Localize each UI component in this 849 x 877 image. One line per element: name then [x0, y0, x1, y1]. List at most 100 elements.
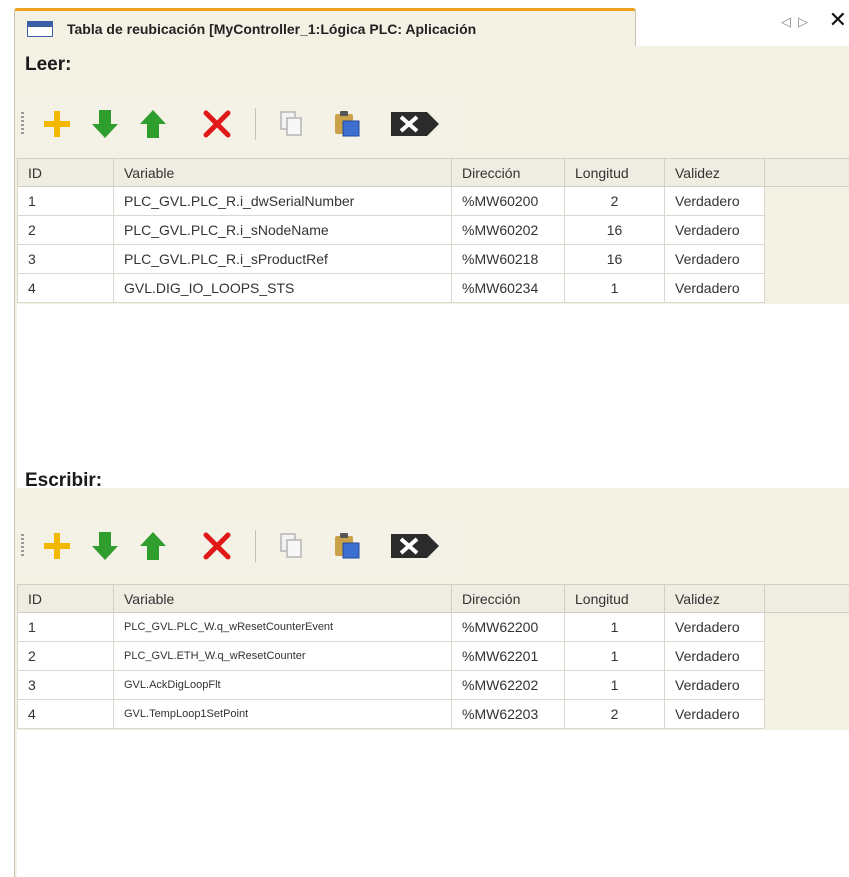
column-header-address[interactable]: Dirección [451, 584, 565, 613]
cell-length[interactable]: 1 [564, 612, 665, 642]
paste-icon[interactable] [329, 528, 365, 564]
cell-id[interactable]: 4 [17, 273, 114, 303]
table-row[interactable]: 2 PLC_GVL.PLC_R.i_sNodeName %MW60202 16 … [17, 215, 849, 245]
row-filler [764, 612, 849, 642]
cell-variable[interactable]: GVL.DIG_IO_LOOPS_STS [113, 273, 452, 303]
move-down-icon[interactable] [87, 528, 123, 564]
cell-address[interactable]: %MW62202 [451, 670, 565, 700]
cell-validity: Verdadero [664, 670, 765, 700]
table-row[interactable]: 3 GVL.AckDigLoopFlt %MW62202 1 Verdadero [17, 670, 849, 700]
write-toolbar [17, 520, 459, 570]
row-filler [764, 699, 849, 729]
move-down-icon[interactable] [87, 106, 123, 142]
cell-id[interactable]: 3 [17, 244, 114, 274]
cell-validity: Verdadero [664, 641, 765, 671]
cell-id[interactable]: 1 [17, 612, 114, 642]
cell-id[interactable]: 2 [17, 641, 114, 671]
cell-address[interactable]: %MW62203 [451, 699, 565, 729]
cell-address[interactable]: %MW60200 [451, 186, 565, 216]
column-header-variable[interactable]: Variable [113, 584, 452, 613]
cell-validity: Verdadero [664, 612, 765, 642]
add-icon[interactable] [39, 106, 75, 142]
paste-icon[interactable] [329, 106, 365, 142]
cell-validity: Verdadero [664, 215, 765, 245]
cell-address[interactable]: %MW60202 [451, 215, 565, 245]
delete-icon[interactable] [199, 106, 235, 142]
table-row[interactable]: 2 PLC_GVL.ETH_W.q_wResetCounter %MW62201… [17, 641, 849, 671]
cell-variable[interactable]: GVL.TempLoop1SetPoint [113, 699, 452, 729]
table-row[interactable]: 4 GVL.DIG_IO_LOOPS_STS %MW60234 1 Verdad… [17, 273, 849, 303]
column-header-filler [764, 158, 849, 187]
tab-strip: Tabla de reubicación [MyController_1:Lóg… [0, 0, 849, 46]
add-icon[interactable] [39, 528, 75, 564]
cell-address[interactable]: %MW60234 [451, 273, 565, 303]
copy-icon[interactable] [273, 106, 309, 142]
read-toolbar [17, 98, 459, 148]
column-header-variable[interactable]: Variable [113, 158, 452, 187]
move-up-icon[interactable] [135, 528, 171, 564]
cell-length[interactable]: 1 [564, 670, 665, 700]
toolbar-grip[interactable] [21, 534, 24, 558]
table-row[interactable]: 4 GVL.TempLoop1SetPoint %MW62203 2 Verda… [17, 699, 849, 729]
cell-validity: Verdadero [664, 244, 765, 274]
row-filler [764, 215, 849, 245]
cell-id[interactable]: 4 [17, 699, 114, 729]
cell-length[interactable]: 1 [564, 641, 665, 671]
scroll-right-icon[interactable]: ▷ [798, 14, 808, 30]
table-row[interactable]: 1 PLC_GVL.PLC_W.q_wResetCounterEvent %MW… [17, 612, 849, 642]
column-header-id[interactable]: ID [17, 584, 114, 613]
toolbar-separator [255, 108, 256, 140]
table-row[interactable]: 3 PLC_GVL.PLC_R.i_sProductRef %MW60218 1… [17, 244, 849, 274]
cell-length[interactable]: 1 [564, 273, 665, 303]
cell-validity: Verdadero [664, 699, 765, 729]
read-table-header: ID Variable Dirección Longitud Validez [17, 158, 849, 187]
clear-all-icon[interactable] [387, 528, 441, 564]
row-filler [764, 186, 849, 216]
column-header-validity[interactable]: Validez [664, 584, 765, 613]
cell-address[interactable]: %MW62200 [451, 612, 565, 642]
cell-id[interactable]: 2 [17, 215, 114, 245]
row-filler [764, 641, 849, 671]
cell-variable[interactable]: PLC_GVL.ETH_W.q_wResetCounter [113, 641, 452, 671]
column-header-id[interactable]: ID [17, 158, 114, 187]
column-header-validity[interactable]: Validez [664, 158, 765, 187]
row-filler [764, 670, 849, 700]
close-icon[interactable]: ✕ [829, 9, 847, 31]
cell-variable[interactable]: PLC_GVL.PLC_R.i_dwSerialNumber [113, 186, 452, 216]
move-up-icon[interactable] [135, 106, 171, 142]
read-table: ID Variable Dirección Longitud Validez 1… [17, 158, 849, 303]
relocation-table-tab[interactable]: Tabla de reubicación [MyController_1:Lóg… [14, 8, 636, 46]
write-table-empty-area[interactable] [17, 730, 849, 877]
cell-length[interactable]: 16 [564, 244, 665, 274]
copy-icon[interactable] [273, 528, 309, 564]
cell-length[interactable]: 2 [564, 699, 665, 729]
scroll-left-icon[interactable]: ◁ [781, 14, 791, 30]
cell-id[interactable]: 3 [17, 670, 114, 700]
row-filler [764, 244, 849, 274]
cell-id[interactable]: 1 [17, 186, 114, 216]
cell-length[interactable]: 16 [564, 215, 665, 245]
relocation-table-panel: Leer: ID Variable Dirección Longitud Val… [14, 46, 849, 877]
column-header-filler [764, 584, 849, 613]
cell-address[interactable]: %MW62201 [451, 641, 565, 671]
column-header-length[interactable]: Longitud [564, 584, 665, 613]
cell-address[interactable]: %MW60218 [451, 244, 565, 274]
cell-variable[interactable]: PLC_GVL.PLC_R.i_sNodeName [113, 215, 452, 245]
cell-variable[interactable]: PLC_GVL.PLC_R.i_sProductRef [113, 244, 452, 274]
window-icon [27, 21, 53, 37]
toolbar-separator [255, 530, 256, 562]
column-header-address[interactable]: Dirección [451, 158, 565, 187]
cell-validity: Verdadero [664, 273, 765, 303]
table-row[interactable]: 1 PLC_GVL.PLC_R.i_dwSerialNumber %MW6020… [17, 186, 849, 216]
column-header-length[interactable]: Longitud [564, 158, 665, 187]
read-section-label: Leer: [25, 54, 72, 75]
cell-variable[interactable]: GVL.AckDigLoopFlt [113, 670, 452, 700]
tab-title: Tabla de reubicación [MyController_1:Lóg… [67, 21, 477, 37]
delete-icon[interactable] [199, 528, 235, 564]
read-table-empty-area[interactable] [17, 304, 849, 488]
cell-length[interactable]: 2 [564, 186, 665, 216]
toolbar-grip[interactable] [21, 112, 24, 136]
cell-variable[interactable]: PLC_GVL.PLC_W.q_wResetCounterEvent [113, 612, 452, 642]
clear-all-icon[interactable] [387, 106, 441, 142]
write-table-header: ID Variable Dirección Longitud Validez [17, 584, 849, 613]
